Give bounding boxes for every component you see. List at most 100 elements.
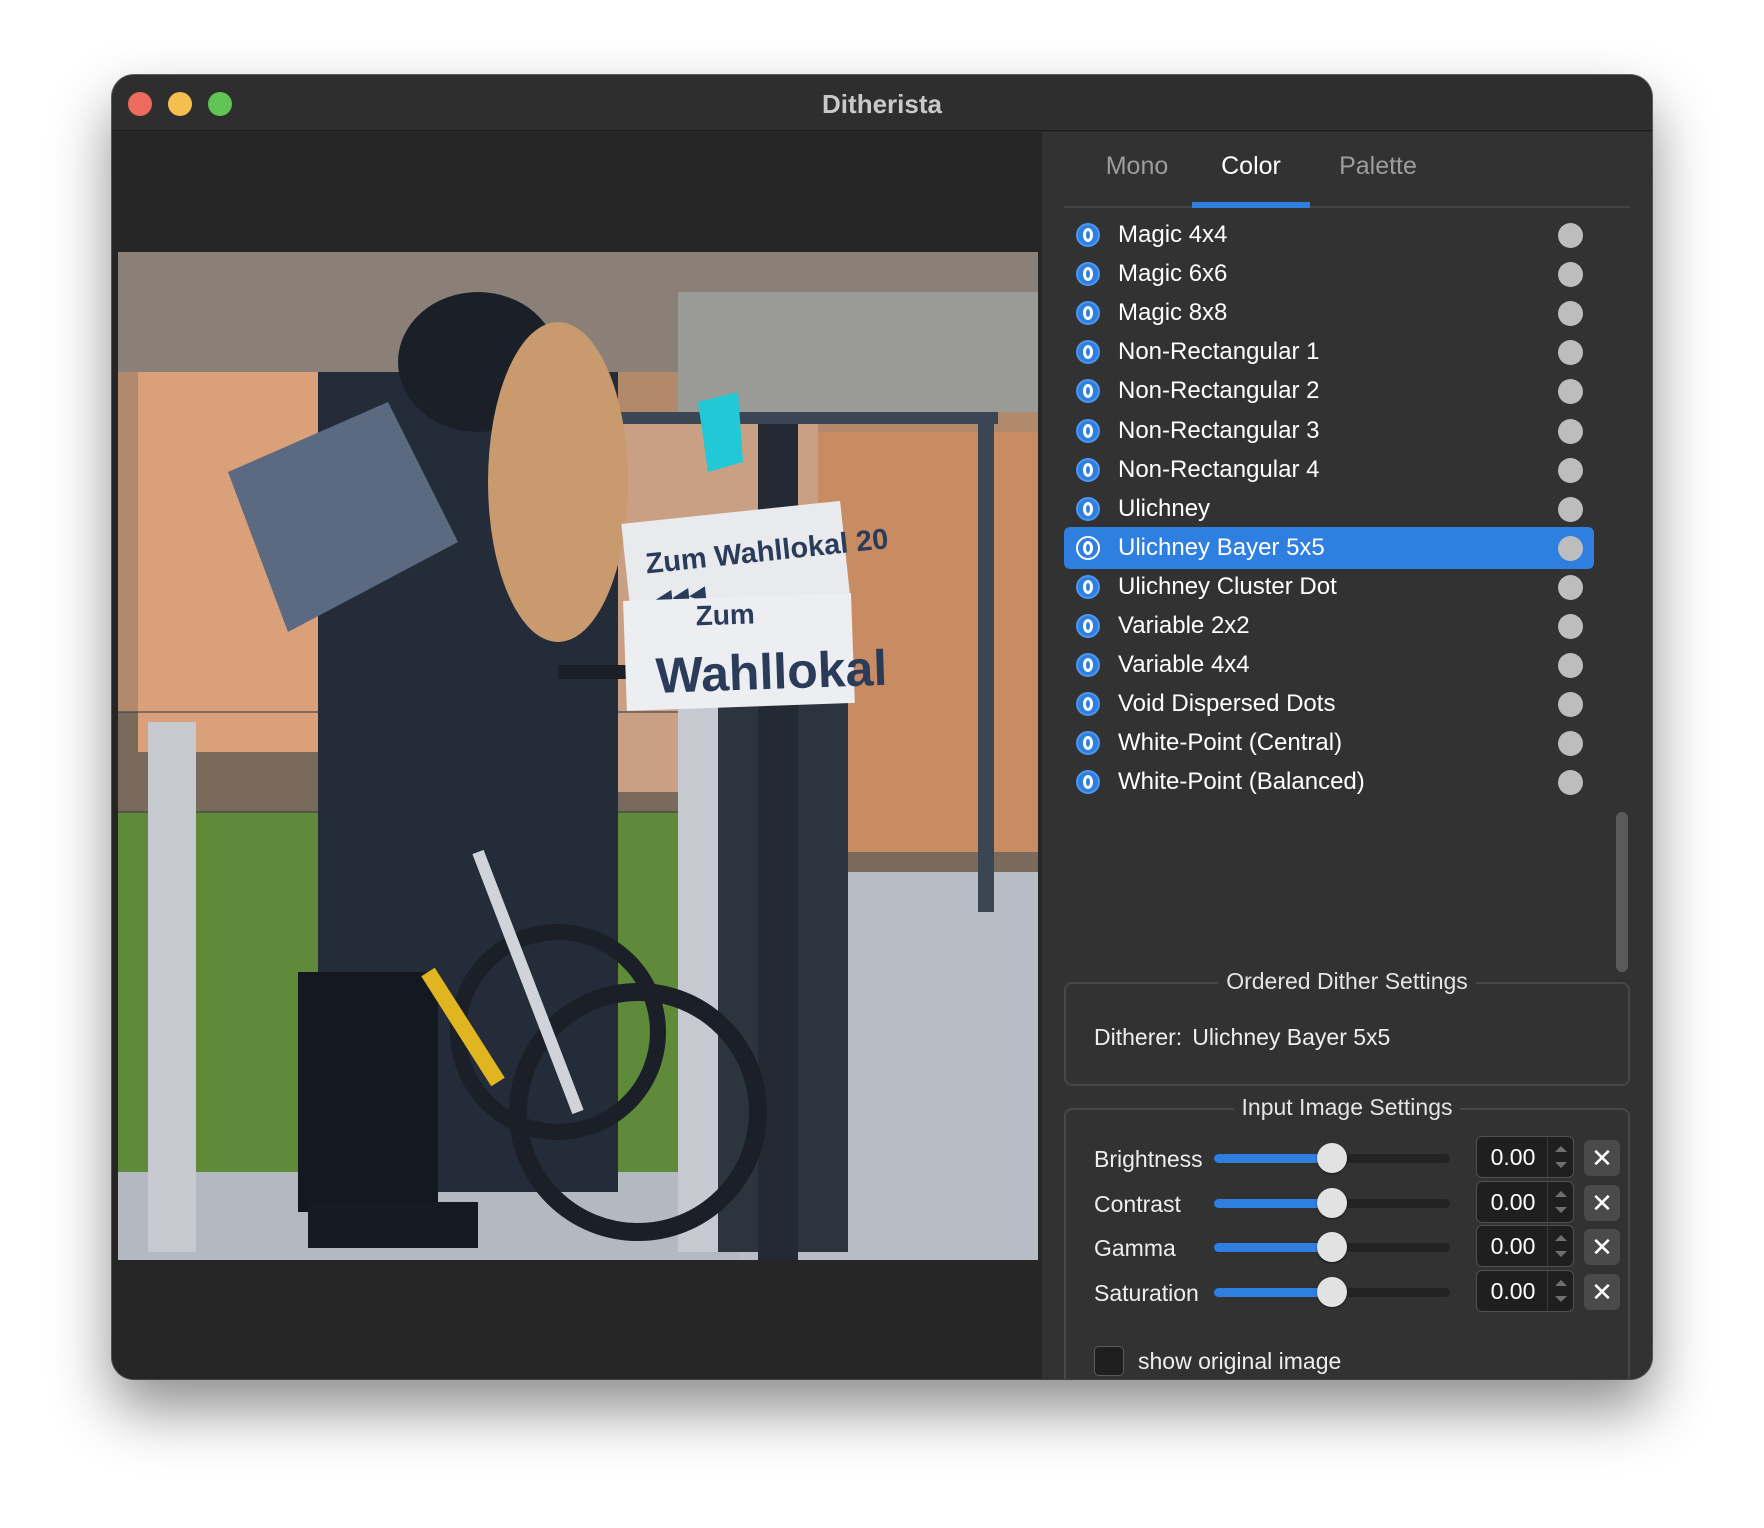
svg-text:Wahllokal: Wahllokal	[655, 640, 888, 704]
dither-mode-tabs: Mono Color Palette	[1064, 132, 1630, 208]
slider-knob[interactable]	[1317, 1277, 1347, 1307]
spinbox-value[interactable]	[1477, 1137, 1549, 1177]
ditherer-item[interactable]: Ulichney Bayer 5x5	[1064, 527, 1594, 569]
slider-fill	[1214, 1243, 1332, 1252]
ditherer-status-dot-icon	[1558, 340, 1583, 365]
ditherer-status-dot-icon	[1558, 262, 1583, 287]
tab-mono[interactable]: Mono	[1092, 152, 1182, 206]
slider-knob[interactable]	[1317, 1188, 1347, 1218]
ditherer-type-icon	[1076, 653, 1100, 677]
image-canvas[interactable]: Zum Wahllokal 20 ◀◀◀ Zum Wahllokal	[112, 132, 1042, 1379]
increment-arrow-icon[interactable]	[1555, 1280, 1567, 1286]
spinbox-arrows[interactable]	[1547, 1226, 1573, 1266]
ditherer-status-dot-icon	[1558, 458, 1583, 483]
ditherer-item[interactable]: Ulichney Cluster Dot	[1064, 566, 1594, 608]
ditherer-type-icon	[1076, 379, 1100, 403]
ditherer-item[interactable]: Magic 4x4	[1064, 214, 1594, 256]
ditherer-type-icon	[1076, 614, 1100, 638]
ditherer-status-dot-icon	[1558, 419, 1583, 444]
saturation-spinbox[interactable]	[1476, 1270, 1574, 1312]
ditherer-item-label: Magic 4x4	[1118, 221, 1228, 248]
ditherer-item-label: Variable 2x2	[1118, 612, 1250, 639]
slider-label: Contrast	[1094, 1191, 1181, 1217]
slider-fill	[1214, 1154, 1332, 1163]
spinbox-value[interactable]	[1477, 1271, 1549, 1311]
ditherer-item-label: Non-Rectangular 3	[1118, 417, 1320, 444]
ditherer-item[interactable]: Variable 4x4	[1064, 644, 1594, 686]
increment-arrow-icon[interactable]	[1555, 1191, 1567, 1197]
active-tab-indicator	[1192, 202, 1310, 208]
window-title: Ditherista	[822, 89, 942, 119]
decrement-arrow-icon[interactable]	[1555, 1162, 1567, 1168]
ditherer-type-icon	[1076, 458, 1100, 482]
ditherer-status-dot-icon	[1558, 536, 1583, 561]
spinbox-arrows[interactable]	[1547, 1137, 1573, 1177]
ditherer-item[interactable]: White-Point (Central)	[1064, 722, 1594, 764]
ditherer-item[interactable]: Void Dispersed Dots	[1064, 683, 1594, 725]
ditherer-item[interactable]: Non-Rectangular 3	[1064, 410, 1594, 452]
spinbox-value[interactable]	[1477, 1182, 1549, 1222]
increment-arrow-icon[interactable]	[1555, 1235, 1567, 1241]
reset-gamma-button[interactable]: ✕	[1584, 1229, 1620, 1265]
slider-knob[interactable]	[1317, 1143, 1347, 1173]
show-original-checkbox[interactable]	[1094, 1346, 1124, 1376]
ditherer-item-label: Ulichney Cluster Dot	[1118, 573, 1337, 600]
slider-knob[interactable]	[1317, 1232, 1347, 1262]
ditherer-item[interactable]: White-Point (Balanced)	[1064, 761, 1594, 803]
spinbox-arrows[interactable]	[1547, 1271, 1573, 1311]
ditherer-type-icon	[1076, 223, 1100, 247]
slider-row-gamma: Gamma ✕	[1094, 1225, 1634, 1269]
gamma-spinbox[interactable]	[1476, 1225, 1574, 1267]
svg-text:Zum: Zum	[695, 598, 755, 631]
ditherer-item-label: Ulichney Bayer 5x5	[1118, 534, 1325, 561]
ditherer-status-dot-icon	[1558, 575, 1583, 600]
ditherer-status-dot-icon	[1558, 770, 1583, 795]
ditherer-item[interactable]: Non-Rectangular 4	[1064, 449, 1594, 491]
decrement-arrow-icon[interactable]	[1555, 1251, 1567, 1257]
ditherer-item[interactable]: Ulichney	[1064, 488, 1594, 530]
slider-row-brightness: Brightness ✕	[1094, 1136, 1634, 1180]
reset-contrast-button[interactable]: ✕	[1584, 1185, 1620, 1221]
spinbox-value[interactable]	[1477, 1226, 1549, 1266]
ditherer-item-label: White-Point (Central)	[1118, 729, 1343, 756]
slider-label: Saturation	[1094, 1280, 1199, 1306]
ditherer-type-icon	[1076, 497, 1100, 521]
ditherer-list-scrollbar[interactable]	[1616, 812, 1628, 972]
reset-saturation-button[interactable]: ✕	[1584, 1274, 1620, 1310]
ditherer-readout: Ditherer: Ulichney Bayer 5x5	[1094, 1024, 1390, 1051]
tab-palette[interactable]: Palette	[1318, 152, 1438, 206]
ditherer-item[interactable]: Non-Rectangular 1	[1064, 331, 1594, 373]
ditherer-item[interactable]: Non-Rectangular 2	[1064, 370, 1594, 412]
tab-color[interactable]: Color	[1192, 152, 1310, 206]
dithered-photo-image: Zum Wahllokal 20 ◀◀◀ Zum Wahllokal	[118, 252, 1038, 1260]
ditherer-type-icon	[1076, 770, 1100, 794]
contrast-spinbox[interactable]	[1476, 1181, 1574, 1223]
decrement-arrow-icon[interactable]	[1555, 1207, 1567, 1213]
ordered-dither-settings-group: Ordered Dither Settings Ditherer: Ulichne…	[1064, 968, 1630, 1086]
decrement-arrow-icon[interactable]	[1555, 1296, 1567, 1302]
ditherer-type-icon	[1076, 692, 1100, 716]
ditherer-type-icon	[1076, 575, 1100, 599]
ditherer-label: Ditherer:	[1094, 1024, 1183, 1050]
spinbox-arrows[interactable]	[1547, 1182, 1573, 1222]
brightness-spinbox[interactable]	[1476, 1136, 1574, 1178]
ditherer-status-dot-icon	[1558, 653, 1583, 678]
increment-arrow-icon[interactable]	[1555, 1146, 1567, 1152]
ditherer-item[interactable]: Magic 8x8	[1064, 292, 1594, 334]
ordered-dither-settings-title: Ordered Dither Settings	[1218, 968, 1476, 994]
slider-label: Brightness	[1094, 1146, 1203, 1172]
ditherer-status-dot-icon	[1558, 223, 1583, 248]
slider-row-saturation: Saturation ✕	[1094, 1270, 1634, 1314]
ditherer-item-label: Non-Rectangular 4	[1118, 456, 1320, 483]
ditherer-item-label: Variable 4x4	[1118, 651, 1250, 678]
ditherer-item[interactable]: Variable 2x2	[1064, 605, 1594, 647]
ditherer-type-icon	[1076, 262, 1100, 286]
ditherer-item[interactable]: Magic 6x6	[1064, 253, 1594, 295]
ditherer-item-label: Void Dispersed Dots	[1118, 690, 1336, 717]
sign-lower: Zum Wahllokal	[623, 593, 888, 711]
ditherer-list[interactable]: Magic 4x4 Magic 6x6 Magic 8x8 Non-Rectangul…	[1064, 214, 1594, 826]
app-window: Ditherista Zum Wahllokal 20 ◀◀◀ Zum Wahl…	[112, 75, 1652, 1379]
ditherer-type-icon	[1076, 731, 1100, 755]
ditherer-item-label: Non-Rectangular 1	[1118, 338, 1320, 365]
reset-brightness-button[interactable]: ✕	[1584, 1140, 1620, 1176]
